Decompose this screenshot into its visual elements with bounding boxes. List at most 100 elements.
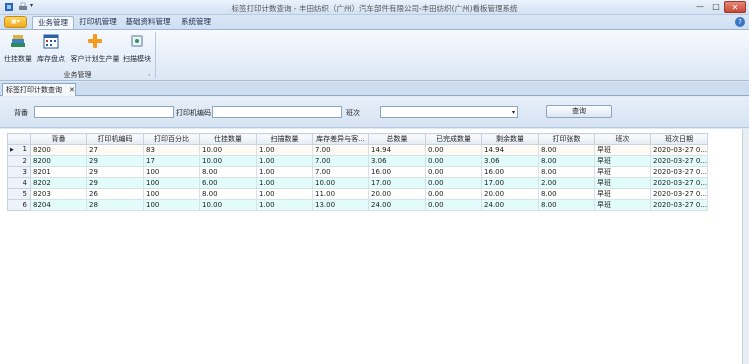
table-cell[interactable]: 7.00 [312, 166, 369, 178]
beikan-input[interactable] [34, 106, 174, 118]
table-cell[interactable]: 2020-03-27 0... [649, 144, 709, 156]
table-cell[interactable]: 17 [143, 155, 200, 167]
table-cell[interactable]: 10.00 [199, 144, 257, 156]
table-cell[interactable]: 1.00 [256, 188, 313, 200]
table-cell[interactable]: 13.00 [312, 199, 369, 211]
row-header[interactable]: 3 [7, 166, 31, 178]
scan-module-button[interactable]: 扫描模块 [122, 33, 152, 64]
table-cell[interactable]: 29 [86, 155, 144, 167]
table-cell[interactable]: 早班 [594, 144, 651, 156]
table-cell[interactable]: 8.00 [538, 155, 595, 167]
table-cell[interactable]: 17.00 [368, 177, 426, 189]
close-icon[interactable]: ✕ [69, 84, 75, 96]
column-header[interactable]: 库存差异与客... [312, 133, 369, 145]
help-icon[interactable]: ? [735, 17, 745, 27]
table-cell[interactable]: 8200 [30, 155, 87, 167]
table-row[interactable]: 5 8203 26 100 8.00 1.00 11.00 20.00 0.00… [7, 188, 709, 200]
table-cell[interactable]: 16.00 [481, 166, 539, 178]
wip-quantity-button[interactable]: 仕挂数量 [2, 33, 34, 64]
column-header[interactable]: 仕挂数量 [199, 133, 257, 145]
table-cell[interactable]: 2020-03-27 0... [649, 177, 709, 189]
table-row[interactable]: 2 8200 29 17 10.00 1.00 7.00 3.06 0.00 3… [7, 155, 709, 167]
table-cell[interactable]: 早班 [594, 199, 651, 211]
table-cell[interactable]: 11.00 [312, 188, 369, 200]
row-header[interactable]: 5 [7, 188, 31, 200]
table-cell[interactable]: 28 [86, 199, 144, 211]
column-header[interactable]: 班次 [594, 133, 651, 145]
printer-code-input[interactable] [212, 106, 342, 118]
table-cell[interactable]: 0.00 [425, 166, 482, 178]
table-cell[interactable]: 8.00 [538, 166, 595, 178]
vertical-scrollbar[interactable] [742, 129, 749, 364]
tab-system-management[interactable]: 系统管理 [178, 16, 214, 29]
table-cell[interactable]: 2020-03-27 0... [649, 155, 709, 167]
table-cell[interactable]: 2.00 [538, 177, 595, 189]
minimize-button[interactable]: — [693, 1, 707, 13]
table-cell[interactable]: 1.00 [256, 177, 313, 189]
column-header[interactable]: 打印张数 [538, 133, 595, 145]
table-cell[interactable]: 8200 [30, 144, 87, 156]
table-cell[interactable]: 早班 [594, 155, 651, 167]
table-cell[interactable]: 29 [86, 166, 144, 178]
table-cell[interactable]: 8.00 [538, 144, 595, 156]
table-cell[interactable]: 14.94 [368, 144, 426, 156]
customer-plan-production-button[interactable]: 客户计划生产量 [68, 33, 122, 64]
table-cell[interactable]: 早班 [594, 177, 651, 189]
table-cell[interactable]: 0.00 [425, 144, 482, 156]
group-launcher-icon[interactable]: ⌟ [148, 71, 150, 77]
table-cell[interactable]: 8.00 [538, 188, 595, 200]
table-cell[interactable]: 26 [86, 188, 144, 200]
column-header[interactable]: 打印机编码 [86, 133, 144, 145]
table-cell[interactable]: 100 [143, 199, 200, 211]
column-header[interactable]: 扫描数量 [256, 133, 313, 145]
table-cell[interactable]: 8.00 [538, 199, 595, 211]
table-row[interactable]: 3 8201 29 100 8.00 1.00 7.00 16.00 0.00 … [7, 166, 709, 178]
table-row[interactable]: 6 8204 28 100 10.00 1.00 13.00 24.00 0.0… [7, 199, 709, 211]
table-cell[interactable]: 83 [143, 144, 200, 156]
table-cell[interactable]: 2020-03-27 0... [649, 188, 709, 200]
table-cell[interactable]: 2020-03-27 0... [649, 199, 709, 211]
table-cell[interactable]: 0.00 [425, 188, 482, 200]
row-header[interactable]: 4 [7, 177, 31, 189]
column-header[interactable]: 打印百分比 [143, 133, 200, 145]
column-header[interactable]: 已完成数量 [425, 133, 482, 145]
column-header[interactable]: 总数量 [368, 133, 426, 145]
table-cell[interactable]: 早班 [594, 166, 651, 178]
table-cell[interactable]: 14.94 [481, 144, 539, 156]
tab-basic-data-management[interactable]: 基础资料管理 [124, 16, 172, 29]
column-header[interactable]: 背番 [30, 133, 87, 145]
row-header[interactable]: 2 [7, 155, 31, 167]
table-cell[interactable]: 8.00 [199, 166, 257, 178]
table-cell[interactable]: 16.00 [368, 166, 426, 178]
table-cell[interactable]: 6.00 [199, 177, 257, 189]
table-row[interactable]: ▶ 1 8200 27 83 10.00 1.00 7.00 14.94 0.00… [7, 144, 709, 156]
table-row[interactable]: 4 8202 29 100 6.00 1.00 10.00 17.00 0.00… [7, 177, 709, 189]
table-cell[interactable]: 100 [143, 188, 200, 200]
table-cell[interactable]: 100 [143, 166, 200, 178]
table-cell[interactable]: 10.00 [199, 199, 257, 211]
table-cell[interactable]: 0.00 [425, 177, 482, 189]
table-cell[interactable]: 1.00 [256, 166, 313, 178]
table-cell[interactable]: 17.00 [481, 177, 539, 189]
table-cell[interactable]: 1.00 [256, 199, 313, 211]
table-cell[interactable]: 27 [86, 144, 144, 156]
table-cell[interactable]: 8204 [30, 199, 87, 211]
table-cell[interactable]: 7.00 [312, 144, 369, 156]
query-button[interactable]: 查询 [546, 105, 612, 118]
row-header[interactable]: ▶ 1 [7, 144, 31, 156]
tab-business-management[interactable]: 业务管理 [32, 16, 74, 29]
column-header[interactable]: 剩余数量 [481, 133, 539, 145]
chevron-down-icon[interactable]: ▾ [512, 109, 515, 116]
table-cell[interactable]: 20.00 [481, 188, 539, 200]
table-cell[interactable]: 100 [143, 177, 200, 189]
table-cell[interactable]: 8203 [30, 188, 87, 200]
tab-label-print-count-query[interactable]: 标签打印计数查询 ✕ [2, 83, 76, 96]
table-cell[interactable]: 8.00 [199, 188, 257, 200]
column-header[interactable]: 班次日期 [649, 133, 709, 145]
shift-select[interactable]: ▾ [380, 106, 518, 118]
table-cell[interactable]: 29 [86, 177, 144, 189]
close-window-button[interactable]: ✕ [724, 1, 746, 13]
table-cell[interactable]: 10.00 [312, 177, 369, 189]
table-cell[interactable]: 8201 [30, 166, 87, 178]
table-cell[interactable]: 1.00 [256, 144, 313, 156]
